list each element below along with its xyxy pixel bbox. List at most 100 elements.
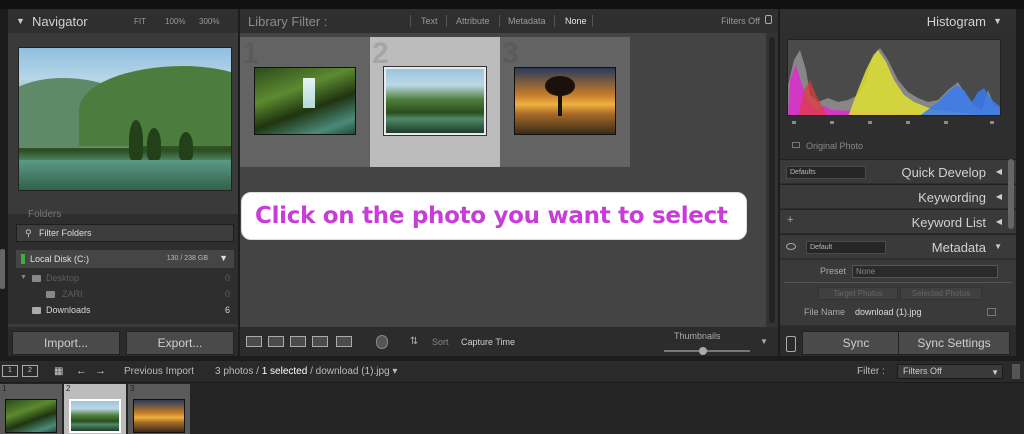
sync-settings-button[interactable]: Sync Settings	[898, 331, 1010, 355]
lock-icon[interactable]	[765, 15, 772, 24]
file-name-value[interactable]: download (1).jpg	[855, 307, 922, 317]
grid-view-icon[interactable]: ▦	[54, 366, 63, 377]
survey-view-icon[interactable]	[312, 336, 328, 347]
folder-item-desktop[interactable]: ▼ Desktop 0	[16, 271, 234, 287]
filter-folders-placeholder: Filter Folders	[39, 228, 92, 238]
thumbnails-label: Thumbnails	[674, 331, 721, 341]
file-name-label: File Name	[804, 307, 846, 317]
photo-thumbnail-mountain-lake[interactable]	[383, 66, 487, 136]
filmstrip-thumbnail-mountain-lake[interactable]	[69, 399, 121, 433]
grid-cell-2[interactable]: 2	[370, 37, 500, 167]
filmstrip-cell-1[interactable]: 1	[0, 384, 62, 434]
photo-grid: 1 2 3	[240, 33, 766, 327]
original-photo-label: Original Photo	[806, 141, 864, 151]
tab-metadata[interactable]: Metadata	[508, 16, 546, 26]
sort-value-dropdown[interactable]: Capture Time	[461, 337, 515, 347]
zoom-fit[interactable]: FIT	[134, 17, 146, 26]
navigator-header[interactable]: ▼ Navigator FIT 100% 300%	[8, 9, 238, 33]
filter-folders-input[interactable]: ⚲ Filter Folders	[16, 224, 234, 242]
tab-none[interactable]: None	[565, 16, 587, 26]
tab-text[interactable]: Text	[421, 16, 438, 26]
back-arrow-icon[interactable]: ←	[76, 365, 87, 377]
collapse-triangle-icon[interactable]: ▼	[16, 16, 25, 26]
toolbar-menu-arrow-icon[interactable]: ▼	[760, 337, 768, 346]
filters-off-status[interactable]: Filters Off	[721, 16, 760, 26]
compare-view-icon[interactable]	[290, 336, 306, 347]
photo-thumbnail-waterfall[interactable]	[254, 67, 356, 135]
add-keyword-icon[interactable]: +	[787, 214, 793, 226]
status-dropdown-arrow-icon[interactable]: ▾	[392, 366, 397, 377]
filmstrip-cell-3[interactable]: 3	[128, 384, 190, 434]
cell-number: 1	[242, 37, 259, 70]
target-photos-button[interactable]: Target Photos	[818, 287, 898, 300]
disk-dropdown-arrow-icon[interactable]: ▼	[219, 253, 228, 263]
expand-triangle-icon[interactable]: ◀	[996, 167, 1002, 176]
sort-direction-icon[interactable]: ⇅	[410, 336, 418, 347]
grid-scroll-thumb[interactable]	[769, 37, 775, 323]
preview-tree	[179, 132, 193, 160]
histogram-graph[interactable]	[787, 39, 1001, 116]
filmstrip-bar: 1 2 ▦ ← → Previous Import 3 photos / 1 s…	[0, 361, 1024, 382]
preset-label: Preset	[820, 266, 847, 276]
waterfall-detail	[303, 78, 315, 108]
histogram-header[interactable]: Histogram ▼	[780, 9, 1016, 33]
expand-triangle-icon[interactable]: ▼	[20, 274, 27, 281]
quick-develop-preset-select[interactable]: Defaults	[786, 166, 866, 179]
source-previous-import[interactable]: Previous Import	[124, 366, 194, 377]
right-panel-scroll-handle[interactable]	[1008, 159, 1014, 229]
metadata-preset-dropdown[interactable]: None	[852, 265, 998, 278]
grid-cell-1[interactable]: 1	[240, 37, 370, 167]
collapse-triangle-icon[interactable]: ▼	[994, 242, 1002, 251]
filter-lock-handle[interactable]	[1012, 364, 1020, 379]
grid-cell-3[interactable]: 3	[500, 37, 630, 167]
people-view-icon[interactable]	[336, 336, 352, 347]
filmstrip-thumbnail-sunset-tree[interactable]	[133, 399, 185, 433]
grid-view-icon[interactable]	[246, 336, 262, 347]
histogram-ticks	[792, 121, 997, 127]
zoom-100[interactable]: 100%	[165, 17, 185, 26]
quick-develop-header[interactable]: Defaults Quick Develop ◀	[780, 159, 1016, 183]
metadata-header[interactable]: Default Metadata ▼	[780, 234, 1016, 258]
navigator-title: Navigator	[32, 14, 88, 29]
disk-status-led	[21, 254, 25, 264]
selected-photos-button[interactable]: Selected Photos	[900, 287, 982, 300]
eye-icon[interactable]	[786, 243, 796, 250]
navigator-preview-image[interactable]	[18, 47, 232, 191]
tab-attribute[interactable]: Attribute	[456, 16, 490, 26]
left-panel-scroll-handle[interactable]	[0, 249, 5, 289]
loupe-view-icon[interactable]	[268, 336, 284, 347]
filmstrip-cell-2[interactable]: 2	[64, 384, 126, 434]
filter-dropdown[interactable]: Filters Off ▼	[897, 364, 1003, 379]
expand-triangle-icon[interactable]: ◀	[996, 217, 1002, 226]
zoom-300[interactable]: 300%	[199, 17, 219, 26]
sync-button[interactable]: Sync	[802, 331, 910, 355]
filmstrip-thumbnail-waterfall[interactable]	[5, 399, 57, 433]
main-window-monitor-icon[interactable]: 1	[2, 365, 18, 377]
secondary-window-monitor-icon[interactable]: 2	[22, 365, 38, 377]
histogram-title: Histogram	[926, 14, 986, 29]
import-button[interactable]: Import...	[12, 331, 120, 355]
thumbnails-slider-track[interactable]	[664, 350, 750, 352]
keyword-list-header[interactable]: + Keyword List ◀	[780, 209, 1016, 233]
painter-spray-icon[interactable]	[376, 335, 388, 349]
folder-item-downloads[interactable]: Downloads 6	[16, 303, 234, 319]
metadata-preset-select[interactable]: Default	[806, 241, 886, 254]
local-disk-row[interactable]: Local Disk (C:) 130 / 238 GB ▼	[16, 250, 234, 268]
tab-divider	[592, 15, 593, 27]
forward-arrow-icon[interactable]: →	[95, 365, 106, 377]
keywording-header[interactable]: Keywording ◀	[780, 184, 1016, 208]
photo-count-status[interactable]: 3 photos / 1 selected / download (1).jpg…	[215, 366, 397, 377]
keywording-title: Keywording	[918, 190, 986, 205]
file-name-action-icon[interactable]	[987, 308, 996, 316]
auto-sync-toggle[interactable]	[786, 336, 796, 352]
photo-thumbnail-sunset-tree[interactable]	[514, 67, 616, 135]
expand-triangle-icon[interactable]: ◀	[996, 192, 1002, 201]
grid-scrollbar[interactable]	[766, 33, 778, 327]
export-button[interactable]: Export...	[126, 331, 234, 355]
cell-number: 1	[2, 384, 7, 393]
collapse-triangle-icon[interactable]: ▼	[993, 16, 1002, 26]
folder-item-zari[interactable]: ZARI 0	[16, 287, 234, 303]
folder-name: Downloads	[46, 305, 91, 315]
thumbnails-slider-knob[interactable]	[698, 347, 707, 355]
folder-count: 0	[224, 289, 230, 299]
